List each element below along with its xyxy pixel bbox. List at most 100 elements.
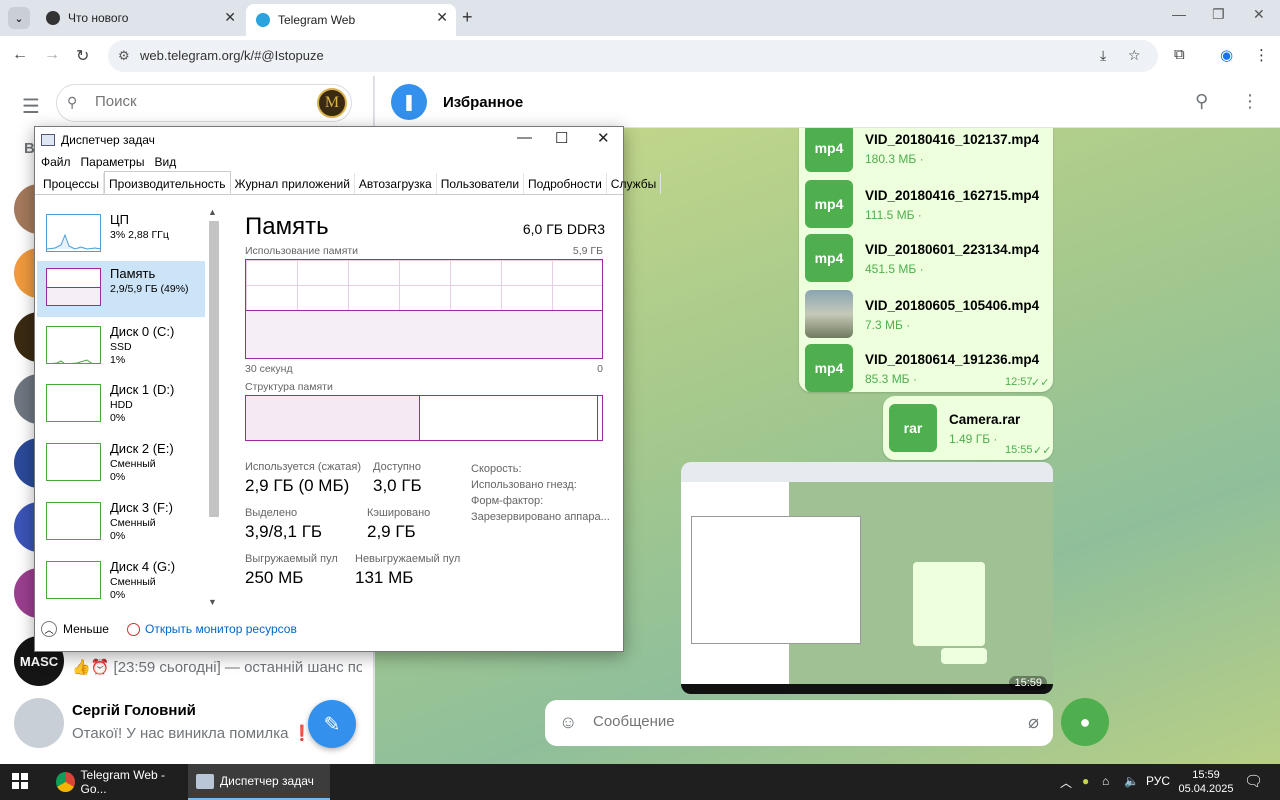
system-clock[interactable]: 15:59 05.04.2025	[1178, 768, 1234, 796]
new-message-button[interactable]: ✎	[308, 700, 356, 748]
search-box[interactable]: ⚲ M	[56, 84, 352, 122]
tab-users[interactable]: Пользователи	[437, 173, 525, 194]
minimize-icon[interactable]: —	[1172, 6, 1186, 22]
resource-disk-3[interactable]: Диск 3 (F:) Сменный 0%	[37, 495, 205, 551]
bookmark-star-icon[interactable]: ☆	[1128, 47, 1141, 64]
resource-disk-4[interactable]: Диск 4 (G:) Сменный 0%	[37, 554, 205, 610]
chat-last-message: 👍⏰ [23:59 сьогодні] — останній шанс по..…	[72, 659, 362, 676]
fewer-details-button[interactable]: Меньше	[63, 622, 109, 636]
resource-disk-1[interactable]: Диск 1 (D:) HDD 0%	[37, 377, 205, 433]
menu-file[interactable]: Файл	[41, 155, 71, 169]
browser-tab-telegram[interactable]: Telegram Web ✕	[246, 4, 456, 36]
notifications-icon[interactable]: 🗨	[1244, 772, 1263, 790]
file-attachment[interactable]: mp4 VID_20180601_223134.mp4 451.5 МБ ·	[805, 234, 1105, 284]
address-bar[interactable]: ⚙ web.telegram.org/k/#@Istopuze ⤓ ☆	[108, 40, 1158, 72]
stat-in-use: Используется (сжатая) 2,9 ГБ (0 МБ)	[245, 461, 361, 496]
resource-usage: 0%	[110, 530, 126, 542]
close-icon[interactable]: ✕	[597, 129, 610, 147]
back-icon[interactable]: ←	[12, 46, 28, 64]
message-bubble-rar: rar Camera.rar 1.49 ГБ · 15:55 ✓✓	[883, 396, 1053, 460]
memory-in-use-segment	[246, 396, 421, 440]
minimize-icon[interactable]: —	[517, 129, 532, 146]
memory-usage-graph	[245, 259, 603, 359]
browser-tab-news[interactable]: Что нового ✕	[36, 4, 244, 32]
close-tab-icon[interactable]: ✕	[224, 9, 236, 26]
reload-icon[interactable]: ↻	[76, 46, 89, 66]
close-tab-icon[interactable]: ✕	[436, 9, 448, 26]
input-language[interactable]: РУС	[1146, 774, 1170, 788]
tab-processes[interactable]: Процессы	[39, 173, 105, 194]
file-size: 111.5 МБ ·	[865, 208, 922, 222]
disk-mini-graph	[46, 443, 101, 481]
tab-bar: Процессы Производительность Журнал прило…	[35, 171, 662, 195]
resource-usage: 0%	[110, 589, 126, 601]
tab-performance[interactable]: Производительность	[104, 171, 231, 194]
new-tab-icon[interactable]: +	[462, 7, 473, 28]
restore-icon[interactable]: ❐	[1212, 6, 1225, 23]
task-manager-window: Диспетчер задач — ☐ ✕ Файл Параметры Вид…	[34, 126, 662, 652]
tab-search-button[interactable]: ⌄	[8, 7, 30, 29]
windows-start-icon[interactable]	[12, 773, 28, 789]
resource-list-scrollbar[interactable]: ▲ ▼	[207, 205, 221, 611]
profile-icon[interactable]: ◉	[1220, 46, 1233, 64]
message-time: 12:57	[1005, 376, 1033, 388]
resource-monitor-icon	[126, 622, 140, 636]
structure-label: Структура памяти	[245, 381, 333, 393]
taskbar-item-task-manager[interactable]: Диспетчер задач	[188, 764, 330, 800]
bookmark-icon[interactable]: ❚	[391, 84, 427, 120]
extensions-icon[interactable]: ⧉	[1174, 46, 1185, 63]
resource-name: Диск 3 (F:)	[110, 500, 173, 515]
file-attachment[interactable]: mp4 VID_20180416_162715.mp4 111.5 МБ ·	[805, 180, 1105, 230]
open-resource-monitor-link[interactable]: Открыть монитор ресурсов	[126, 622, 297, 636]
close-window-icon[interactable]: ✕	[1253, 6, 1265, 23]
forward-icon[interactable]: →	[44, 46, 60, 64]
search-icon[interactable]: ⚲	[1195, 91, 1208, 112]
volume-icon[interactable]: 🔈	[1124, 774, 1139, 788]
maximize-icon[interactable]: ☐	[555, 129, 568, 147]
collapse-icon[interactable]: ︿	[41, 621, 57, 637]
message-input[interactable]	[593, 713, 993, 730]
url-text[interactable]: web.telegram.org/k/#@Istopuze	[140, 48, 324, 63]
menu-options[interactable]: Параметры	[81, 155, 145, 169]
scrollbar-thumb[interactable]	[209, 221, 219, 517]
install-app-icon[interactable]: ⤓	[1100, 47, 1106, 64]
browser-tabstrip: ⌄ Что нового ✕ Telegram Web ✕ + — ❐ ✕	[0, 0, 1280, 36]
search-input[interactable]	[95, 93, 295, 110]
windows-taskbar: Telegram Web - Go... Диспетчер задач ︿ ●…	[0, 764, 1280, 800]
task-manager-icon	[41, 134, 55, 146]
menu-icon[interactable]: ☰	[22, 94, 40, 119]
menu-view[interactable]: Вид	[154, 155, 176, 169]
tab-app-history[interactable]: Журнал приложений	[231, 173, 355, 194]
chat-header: ❚ Избранное ⚲ ⋮	[375, 76, 1280, 128]
show-hidden-icons-icon[interactable]: ︿	[1060, 774, 1072, 791]
voice-record-button[interactable]: ●	[1061, 698, 1109, 746]
profile-logo-icon[interactable]: M	[317, 88, 347, 118]
tab-details[interactable]: Подробности	[524, 173, 607, 194]
file-attachment[interactable]: mp4 VID_20180416_102137.mp4 180.3 МБ ·	[805, 128, 1105, 174]
file-icon: mp4	[805, 180, 853, 228]
tab-startup[interactable]: Автозагрузка	[355, 173, 437, 194]
chat-title[interactable]: Избранное	[443, 94, 523, 111]
resource-memory[interactable]: Память 2,9/5,9 ГБ (49%)	[37, 261, 205, 317]
file-attachment[interactable]: mp4 VID_20180614_191236.mp4 85.3 МБ ·	[805, 344, 1105, 394]
tray-app-icon[interactable]: ●	[1082, 774, 1089, 788]
scroll-up-icon[interactable]: ▲	[208, 207, 217, 217]
resource-name: Диск 0 (C:)	[110, 324, 175, 339]
file-icon: mp4	[805, 344, 853, 392]
image-content	[681, 684, 1053, 694]
tab-services[interactable]: Службы	[607, 173, 662, 194]
site-info-icon[interactable]: ⚙	[118, 48, 130, 64]
emoji-icon[interactable]: ☺	[559, 712, 577, 733]
attach-icon[interactable]: ⌀	[1028, 712, 1039, 733]
resource-disk-0[interactable]: Диск 0 (C:) SSD 1%	[37, 319, 205, 375]
browser-menu-icon[interactable]: ⋮	[1254, 46, 1269, 64]
scroll-down-icon[interactable]: ▼	[208, 597, 217, 607]
screenshot-message-image[interactable]: 15:59	[681, 462, 1053, 694]
resource-disk-2[interactable]: Диск 2 (E:) Сменный 0%	[37, 436, 205, 492]
resource-cpu[interactable]: ЦП 3% 2,88 ГГц	[37, 207, 205, 263]
property-label: Скорость:	[471, 463, 522, 475]
file-attachment[interactable]: VID_20180605_105406.mp4 7.3 МБ ·	[805, 290, 1105, 340]
more-options-icon[interactable]: ⋮	[1241, 91, 1259, 112]
network-icon[interactable]: ⌂	[1102, 774, 1109, 788]
taskbar-item-chrome[interactable]: Telegram Web - Go...	[48, 764, 186, 800]
